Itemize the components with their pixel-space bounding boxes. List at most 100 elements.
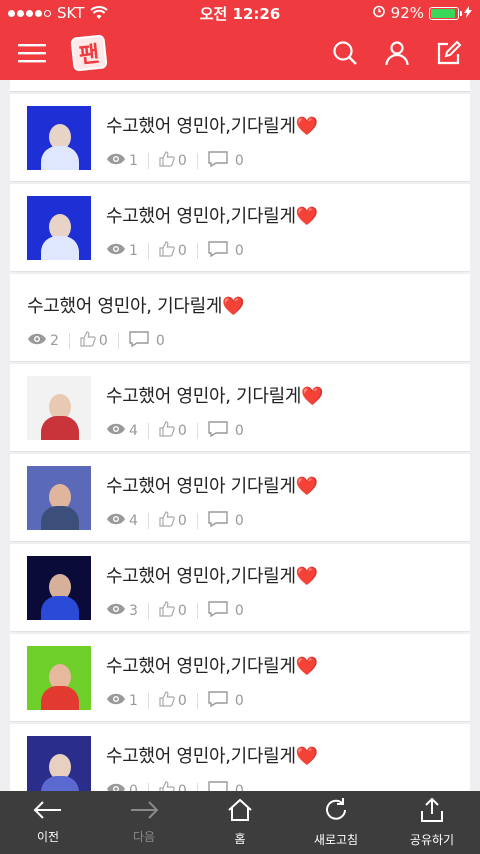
- view-count: 2: [50, 333, 59, 349]
- search-icon[interactable]: [332, 40, 358, 66]
- like-icon: [159, 781, 175, 791]
- post-stats: 1 0 0: [106, 241, 460, 261]
- post-thumbnail: [27, 556, 91, 620]
- previous-item-edge: [10, 80, 470, 92]
- like-count: 0: [177, 243, 187, 259]
- comment-icon: [208, 151, 228, 171]
- post-stats: 4 0 0: [106, 421, 460, 441]
- view-count: 1: [129, 153, 138, 169]
- post-item[interactable]: 수고했어 영민아,기다릴게❤️ 3 0 0: [10, 544, 470, 632]
- comment-icon: [208, 241, 228, 261]
- refresh-button[interactable]: 새로고침: [288, 791, 384, 854]
- heart-emoji: ❤️: [295, 476, 318, 497]
- forward-label: 다음: [132, 830, 156, 844]
- view-count-icon: [106, 782, 126, 791]
- signal-strength-icon: [8, 9, 51, 17]
- comment-count: 0: [234, 423, 244, 439]
- share-label: 공유하기: [409, 833, 455, 847]
- view-count-icon: [106, 692, 126, 710]
- battery-icon: [429, 6, 462, 20]
- post-title: 수고했어 영민아 기다릴게❤️: [106, 476, 318, 497]
- post-thumbnail: [27, 376, 91, 440]
- view-count-icon: [106, 602, 126, 620]
- post-item[interactable]: 수고했어 영민아,기다릴게❤️ 1 0 0: [10, 184, 470, 272]
- post-item[interactable]: 수고했어 영민아, 기다릴게❤️ 2 0 0: [10, 274, 470, 362]
- heart-emoji: ❤️: [295, 206, 318, 227]
- post-item[interactable]: 수고했어 영민아, 기다릴게❤️ 4 0 0: [10, 364, 470, 452]
- comment-count: 0: [234, 153, 244, 169]
- battery-percent: 92%: [390, 4, 424, 22]
- like-count: 0: [177, 423, 187, 439]
- comment-count: 0: [234, 603, 244, 619]
- comment-count: 0: [234, 783, 244, 791]
- post-thumbnail: [27, 736, 91, 791]
- heart-emoji: ❤️: [295, 566, 318, 587]
- view-count: 1: [129, 693, 138, 709]
- browser-toolbar: 이전 다음 홈 새로고침 공유하기: [0, 791, 480, 854]
- comment-icon: [208, 601, 228, 621]
- user-icon[interactable]: [384, 40, 410, 66]
- like-icon: [159, 601, 175, 621]
- edit-icon[interactable]: [436, 40, 462, 66]
- post-title: 수고했어 영민아,기다릴게❤️: [106, 206, 318, 227]
- view-count-icon: [106, 242, 126, 260]
- like-icon: [159, 241, 175, 261]
- like-count: 0: [98, 333, 108, 349]
- refresh-icon: [323, 797, 349, 826]
- heart-emoji: ❤️: [295, 656, 318, 677]
- wifi-icon: [90, 6, 109, 20]
- share-button[interactable]: 공유하기: [384, 791, 480, 854]
- post-stats: 2 0 0: [27, 331, 460, 351]
- app-logo[interactable]: 팬: [70, 34, 108, 72]
- carrier-label: SKT: [57, 4, 85, 22]
- view-count: 1: [129, 243, 138, 259]
- status-bar: SKT 오전 12:26 92%: [0, 0, 480, 26]
- refresh-label: 새로고침: [313, 833, 359, 847]
- post-title: 수고했어 영민아,기다릴게❤️: [106, 656, 318, 677]
- arrow-left-icon: [33, 800, 63, 823]
- arrow-right-icon: [129, 800, 159, 823]
- like-count: 0: [177, 513, 187, 529]
- view-count-icon: [106, 152, 126, 170]
- back-label: 이전: [36, 830, 60, 844]
- home-button[interactable]: 홈: [192, 791, 288, 854]
- post-thumbnail: [27, 646, 91, 710]
- post-thumbnail: [27, 466, 91, 530]
- post-title: 수고했어 영민아,기다릴게❤️: [106, 746, 318, 767]
- comment-count: 0: [155, 333, 165, 349]
- heart-emoji: ❤️: [301, 386, 324, 407]
- post-item[interactable]: 수고했어 영민아,기다릴게❤️ 1 0 0: [10, 634, 470, 722]
- post-title: 수고했어 영민아, 기다릴게❤️: [106, 386, 324, 407]
- post-stats: 0 0 0: [106, 781, 460, 791]
- post-title: 수고했어 영민아,기다릴게❤️: [106, 116, 318, 137]
- post-item[interactable]: 수고했어 영민아,기다릴게❤️ 0 0 0: [10, 724, 470, 791]
- charging-icon: [464, 4, 472, 22]
- comment-icon: [208, 511, 228, 531]
- post-item[interactable]: 수고했어 영민아 기다릴게❤️ 4 0 0: [10, 454, 470, 542]
- view-count-icon: [106, 422, 126, 440]
- like-icon: [159, 511, 175, 531]
- comment-icon: [208, 421, 228, 441]
- post-title: 수고했어 영민아, 기다릴게❤️: [27, 296, 245, 317]
- post-stats: 1 0 0: [106, 691, 460, 711]
- post-item[interactable]: 수고했어 영민아,기다릴게❤️ 1 0 0: [10, 94, 470, 182]
- view-count-icon: [106, 512, 126, 530]
- post-list[interactable]: 수고했어 영민아,기다릴게❤️ 1 0 0 수고했어 영민아,기다릴게❤️ 1 …: [10, 80, 470, 791]
- heart-emoji: ❤️: [222, 296, 245, 317]
- share-icon: [419, 797, 445, 826]
- view-count-icon: [27, 332, 47, 350]
- post-title: 수고했어 영민아,기다릴게❤️: [106, 566, 318, 587]
- comment-count: 0: [234, 693, 244, 709]
- forward-button[interactable]: 다음: [96, 791, 192, 854]
- view-count: 0: [129, 783, 138, 791]
- like-count: 0: [177, 603, 187, 619]
- post-thumbnail: [27, 196, 91, 260]
- like-icon: [159, 691, 175, 711]
- like-icon: [159, 421, 175, 441]
- back-button[interactable]: 이전: [0, 791, 96, 854]
- view-count: 4: [129, 423, 138, 439]
- menu-icon[interactable]: [18, 42, 46, 64]
- post-stats: 1 0 0: [106, 151, 460, 171]
- like-icon: [159, 151, 175, 171]
- app-header: 팬: [0, 26, 480, 80]
